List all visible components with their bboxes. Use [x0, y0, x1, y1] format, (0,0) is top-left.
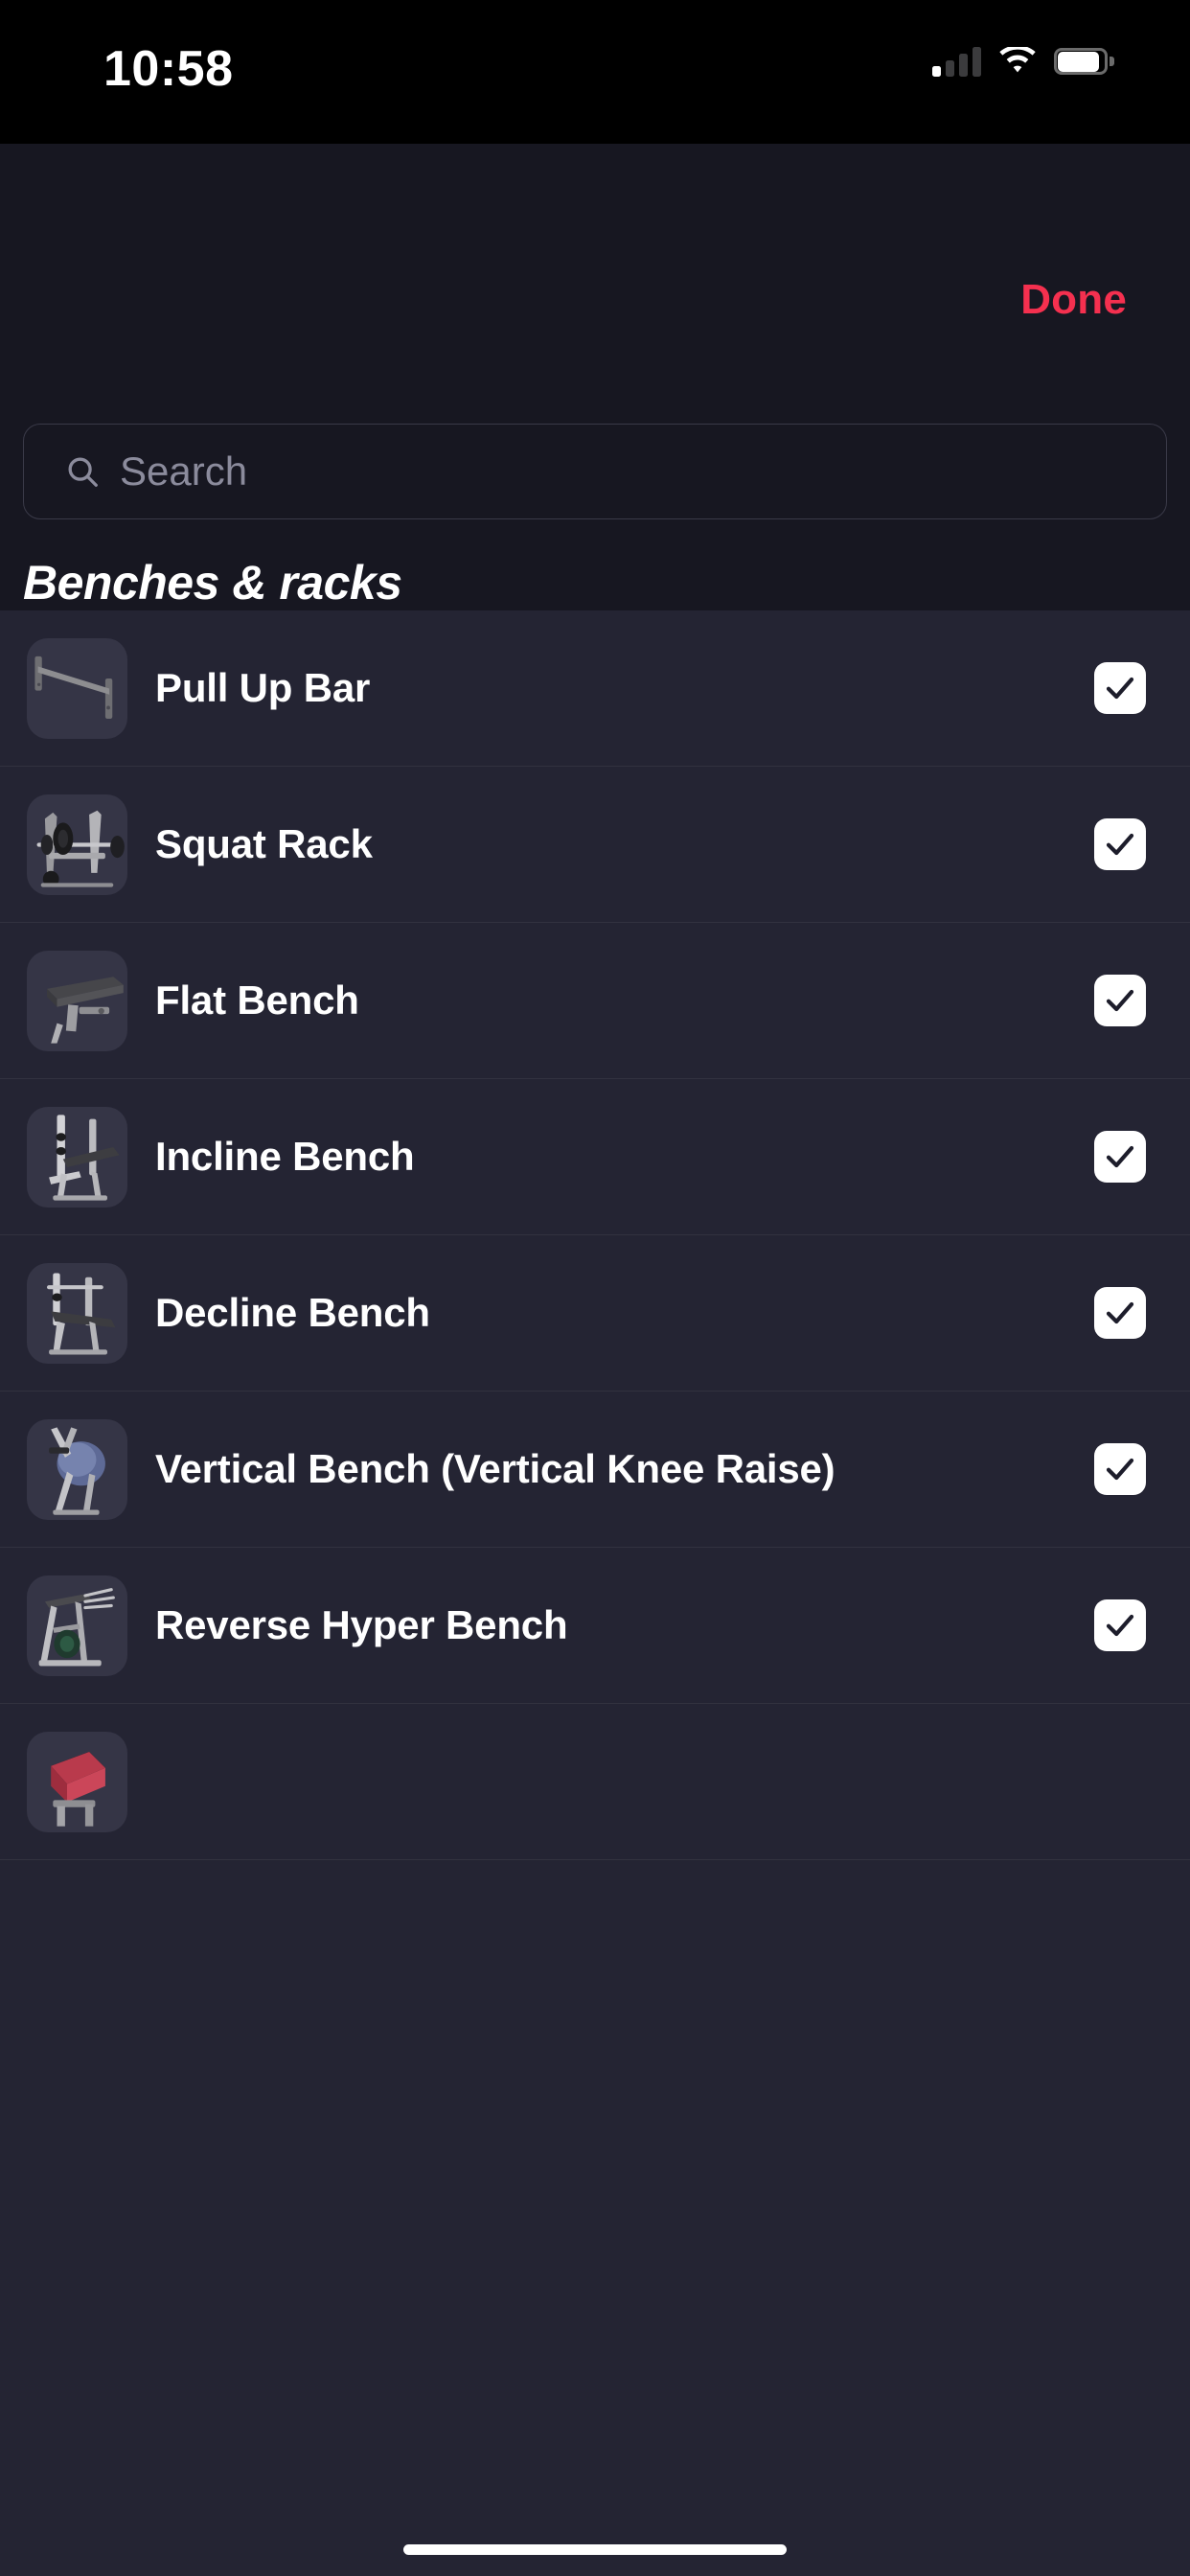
search-input[interactable] — [24, 425, 1166, 518]
checkbox-squat-rack[interactable] — [1094, 818, 1146, 870]
checkbox-reverse-hyper-bench[interactable] — [1094, 1599, 1146, 1651]
list-item[interactable]: Vertical Bench (Vertical Knee Raise) — [0, 1392, 1190, 1548]
sheet-header: Done Benches & racks — [0, 88, 1190, 610]
list-item[interactable]: Pull Up Bar — [0, 610, 1190, 767]
search-bar[interactable] — [23, 424, 1167, 519]
list-item-label: Decline Bench — [155, 1290, 430, 1336]
flat-bench-thumbnail — [27, 950, 127, 1051]
list-item-label: Flat Bench — [155, 978, 359, 1024]
list-item-label: Reverse Hyper Bench — [155, 1602, 568, 1648]
checkbox-incline-bench[interactable] — [1094, 1131, 1146, 1183]
list-item-label: Vertical Bench (Vertical Knee Raise) — [155, 1446, 835, 1492]
checkbox-vertical-bench[interactable] — [1094, 1443, 1146, 1495]
status-bar: 10:58 — [0, 0, 1190, 144]
checkbox-decline-bench[interactable] — [1094, 1287, 1146, 1339]
done-button[interactable]: Done — [1020, 276, 1127, 324]
phone-screen: Done Benches & racks — [0, 0, 1190, 2576]
search-icon — [64, 453, 101, 490]
list-item-label: Pull Up Bar — [155, 665, 371, 711]
list-item-label: Squat Rack — [155, 821, 373, 867]
incline-bench-thumbnail — [27, 1106, 127, 1208]
checkbox-flat-bench[interactable] — [1094, 975, 1146, 1026]
battery-icon — [1054, 48, 1114, 75]
list-item[interactable]: Reverse Hyper Bench — [0, 1548, 1190, 1704]
list-item[interactable]: Decline Bench — [0, 1235, 1190, 1392]
search-box[interactable] — [23, 424, 1167, 519]
vertical-bench-thumbnail — [27, 1418, 127, 1520]
list-item[interactable] — [0, 1704, 1190, 1860]
equipment-picker-sheet: Done Benches & racks — [0, 88, 1190, 2576]
wifi-icon — [998, 45, 1037, 76]
section-title: Benches & racks — [23, 556, 402, 610]
red-bench-thumbnail — [27, 1731, 127, 1832]
reverse-hyper-bench-thumbnail — [27, 1575, 127, 1676]
list-item-label: Incline Bench — [155, 1134, 415, 1180]
checkbox-pull-up-bar[interactable] — [1094, 662, 1146, 714]
status-bar-icons — [932, 45, 1114, 77]
list-item[interactable]: Incline Bench — [0, 1079, 1190, 1235]
pull-up-bar-thumbnail — [27, 637, 127, 739]
decline-bench-thumbnail — [27, 1262, 127, 1364]
home-indicator[interactable] — [403, 2544, 787, 2555]
list-item[interactable]: Squat Rack — [0, 767, 1190, 923]
equipment-list: Pull Up Bar Squat Rack Flat Bench Inclin… — [0, 610, 1190, 2576]
status-bar-time: 10:58 — [103, 41, 234, 97]
squat-rack-thumbnail — [27, 794, 127, 895]
list-item[interactable]: Flat Bench — [0, 923, 1190, 1079]
cellular-signal-icon — [932, 46, 981, 77]
